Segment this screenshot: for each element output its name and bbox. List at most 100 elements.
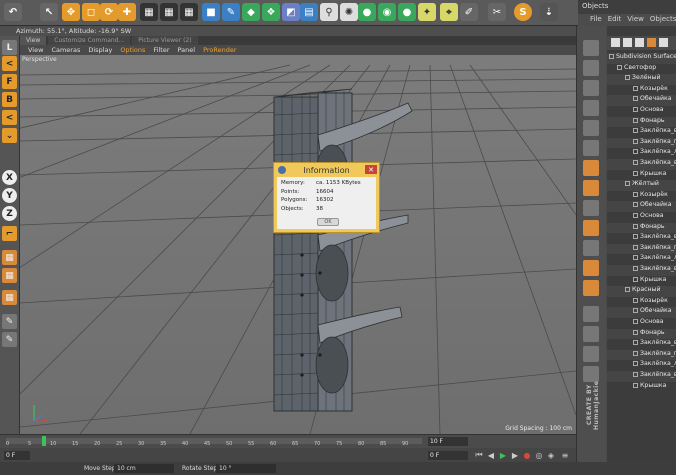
edges-mode-icon[interactable]: ▦ (2, 268, 17, 283)
vp-menu-options[interactable]: Options (120, 46, 145, 54)
record-icon[interactable]: ● (522, 450, 532, 460)
points-mode-icon[interactable]: ▦ (2, 250, 17, 265)
tree-item[interactable]: Козырёк (607, 297, 676, 308)
start-range-field[interactable]: 0 F (428, 451, 468, 460)
vp-menu-view[interactable]: View (28, 46, 43, 54)
tab-picture-viewer[interactable]: Picture Viewer (2) (132, 36, 198, 45)
tree-item[interactable]: Обечайка (607, 95, 676, 106)
prev-key-icon[interactable]: ◀ (486, 450, 496, 460)
render-view-icon[interactable]: ▦ (140, 3, 158, 21)
tree-item[interactable]: Жёлтый (607, 180, 676, 191)
tree-item[interactable]: Основа (607, 106, 676, 117)
brush-tool-icon[interactable]: ✎ (2, 314, 17, 329)
tree-item[interactable]: Заклёпка_вер (607, 233, 676, 244)
tree-item[interactable]: Заклёпка_пр (607, 137, 676, 149)
tab-view[interactable]: View (20, 36, 47, 45)
left-tool-b[interactable]: B (2, 92, 17, 107)
tree-item[interactable]: Заклёпка_ле (607, 254, 676, 265)
tree-item[interactable]: Фонарь (607, 116, 676, 128)
tree-item[interactable]: Subdivision Surface (607, 53, 676, 64)
vp-menu-display[interactable]: Display (88, 46, 112, 54)
timeline-settings-icon[interactable]: ≡ (560, 450, 570, 460)
cloner-icon[interactable]: ❖ (262, 3, 280, 21)
pen-icon[interactable]: ✎ (222, 3, 240, 21)
go-to-start-icon[interactable]: ⏮ (474, 450, 484, 460)
paint-icon[interactable] (583, 326, 599, 342)
light-icon[interactable]: ✺ (340, 3, 358, 21)
vp-menu-filter[interactable]: Filter (153, 46, 169, 54)
start-frame-field[interactable]: 0 F (4, 451, 30, 460)
autokey-icon[interactable]: ◎ (534, 450, 544, 460)
ok-button[interactable]: OK (317, 218, 339, 226)
knife-icon[interactable]: ✂ (488, 3, 506, 21)
timeline[interactable]: 0 5 10 15 20 25 30 35 40 45 50 55 60 65 … (0, 434, 578, 448)
vp-menu-cameras[interactable]: Cameras (51, 46, 80, 54)
tree-item[interactable]: Фонарь (607, 222, 676, 234)
script-icon[interactable]: S (514, 3, 532, 21)
play-icon[interactable]: ▶ (498, 450, 508, 460)
axis-z-button[interactable]: Z (2, 206, 17, 221)
current-frame-field[interactable]: 10 F (428, 437, 468, 446)
snapping-icon[interactable] (583, 140, 599, 156)
sphere-icon[interactable]: ● (398, 3, 416, 21)
sculpt-icon[interactable]: ✎ (2, 332, 17, 347)
tree-item[interactable]: Козырёк (607, 191, 676, 202)
perspective-viewport[interactable]: Perspective Grid Spacing : 100 cm (20, 55, 576, 434)
tree-item[interactable]: Обечайка (607, 201, 676, 212)
tree-item[interactable]: Заклёпка_вер (607, 339, 676, 350)
timeline-playhead[interactable] (42, 436, 46, 446)
tree-item[interactable]: Козырёк (607, 85, 676, 96)
tree-item[interactable]: Светофор (607, 64, 676, 75)
undo-icon[interactable]: ↶ (4, 3, 22, 21)
tree-item[interactable]: Заклёпка_ле (607, 148, 676, 159)
tree-item[interactable]: Основа (607, 212, 676, 223)
sculpt-brush-icon[interactable] (583, 306, 599, 322)
tree-item[interactable]: Красный (607, 286, 676, 297)
box-icon[interactable] (583, 180, 599, 196)
axis-x-button[interactable]: X (2, 170, 17, 185)
tree-item[interactable]: Крышка (607, 170, 676, 181)
close-icon[interactable]: ✕ (365, 165, 377, 174)
rotate-step-field[interactable]: 10 ° (216, 464, 276, 473)
render-picture-viewer-icon[interactable]: ▦ (160, 3, 178, 21)
left-tool-l[interactable]: L (2, 40, 17, 55)
last-tool-icon[interactable]: ✚ (118, 3, 136, 21)
tree-item[interactable]: Заклёпка_пр (607, 243, 676, 255)
tree-item[interactable]: Основа (607, 318, 676, 329)
uvw-icon[interactable] (583, 200, 599, 216)
tree-item[interactable]: Заклёпка_вер (607, 127, 676, 138)
camera-icon[interactable]: ⚲ (320, 3, 338, 21)
left-tool-back[interactable]: < (2, 110, 17, 125)
tree-item[interactable]: Зелёный (607, 74, 676, 85)
cube-orange-icon[interactable] (583, 260, 599, 276)
next-key-icon[interactable]: ▶ (510, 450, 520, 460)
axis-mode-icon[interactable] (583, 120, 599, 136)
render-settings-icon[interactable]: ▦ (180, 3, 198, 21)
tree-item[interactable]: Заклёпка_вн (607, 159, 676, 170)
left-tool-prev[interactable]: < (2, 56, 17, 71)
sketch-icon[interactable]: ✦ (418, 3, 436, 21)
object-mode-icon[interactable] (583, 40, 599, 56)
tree-item[interactable]: Фонарь (607, 328, 676, 340)
tab-customize-command[interactable]: Customize Command... (48, 36, 131, 45)
left-tool-f[interactable]: F (2, 74, 17, 89)
scale-icon[interactable]: ◻ (82, 3, 100, 21)
polygons-mode-icon[interactable]: ▦ (2, 290, 17, 305)
material-icon[interactable]: ◉ (378, 3, 396, 21)
floor-icon[interactable]: ▤ (300, 3, 318, 21)
axis-y-button[interactable]: Y (2, 188, 17, 203)
dialog-titlebar[interactable]: Information ✕ (274, 163, 379, 177)
tree-item[interactable]: Заклёпка_вн (607, 265, 676, 276)
cube-primitive-icon[interactable] (583, 160, 599, 176)
coordinate-system-icon[interactable]: ⌐ (2, 226, 17, 241)
vp-menu-prorender[interactable]: ProRender (203, 46, 236, 54)
tree-item[interactable]: Обечайка (607, 307, 676, 318)
move-icon[interactable]: ✥ (62, 3, 80, 21)
workplane-icon[interactable] (583, 100, 599, 116)
tree-item[interactable]: Заклёпка_пр (607, 349, 676, 361)
vp-menu-panel[interactable]: Panel (178, 46, 196, 54)
live-selection-icon[interactable]: ↖ (40, 3, 58, 21)
tree-item[interactable]: Крышка (607, 382, 676, 393)
menu-edit[interactable]: Edit (608, 15, 622, 25)
move-step-field[interactable]: 10 cm (114, 464, 174, 473)
